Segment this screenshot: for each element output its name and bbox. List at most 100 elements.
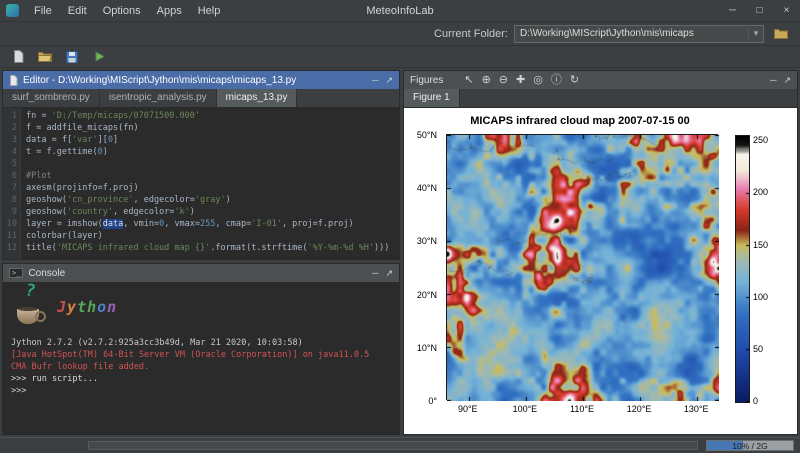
identify-tool-icon[interactable]: ⓘ <box>551 71 562 89</box>
editor-panel-icons: ─↗ <box>372 75 393 86</box>
right-column: Figures ↖⊕⊖✚◎ⓘ↻ ─↗ Figure 1 MICAPS infra… <box>403 70 798 435</box>
menu-file[interactable]: File <box>27 3 59 19</box>
line-number: 11 <box>3 230 17 242</box>
coffee-cup-icon <box>17 309 39 324</box>
browse-folder-button[interactable] <box>770 25 792 43</box>
select-tool-icon[interactable]: ↖ <box>464 71 473 89</box>
menu-options[interactable]: Options <box>96 3 148 19</box>
console-panel: >_ Console ─↗ ? Jython Jython 2.7.2 (v2.… <box>2 263 400 435</box>
save-icon <box>66 51 78 63</box>
line-number: 2 <box>3 122 17 134</box>
line-number: 9 <box>3 206 17 218</box>
editor-panel-header[interactable]: Editor - D:\Working\MIScript\Jython\mis\… <box>3 71 399 89</box>
panel-float-icon[interactable]: ↗ <box>385 75 393 86</box>
panel-float-icon[interactable]: ↗ <box>385 268 393 279</box>
tab-isentropic_analysis.py[interactable]: isentropic_analysis.py <box>100 89 217 107</box>
zoom-out-tool-icon[interactable]: ⊖ <box>499 71 508 89</box>
colorbar-tick-label: 100 <box>753 292 768 302</box>
console-panel-title: Console <box>28 268 65 279</box>
new-script-button[interactable] <box>9 48 27 66</box>
figure-area: MICAPS infrared cloud map 2007-07-15 00 … <box>404 108 797 434</box>
editor-gutter: 123456789101112 <box>3 108 21 259</box>
figures-panel: Figures ↖⊕⊖✚◎ⓘ↻ ─↗ Figure 1 MICAPS infra… <box>403 70 798 435</box>
panel-minimize-icon[interactable]: ─ <box>770 75 776 86</box>
x-tick-label: 90°E <box>458 404 478 414</box>
jython-swirl-icon: ? <box>24 284 37 298</box>
meteoinfolab-window: FileEditOptionsAppsHelp MeteoInfoLab ─□×… <box>0 0 800 453</box>
panel-minimize-icon[interactable]: ─ <box>372 75 378 86</box>
tab-figure-1[interactable]: Figure 1 <box>404 89 460 107</box>
editor-panel-title: Editor - D:\Working\MIScript\Jython\mis\… <box>23 75 296 86</box>
y-tick-label: 40°N <box>417 183 437 193</box>
code-line: #Plot <box>26 170 399 182</box>
maximize-button[interactable]: □ <box>746 2 773 19</box>
current-folder-path: D:\Working\MIScript\Jython\mis\micaps <box>515 28 748 39</box>
x-tick-label: 130°E <box>684 404 709 414</box>
run-script-button[interactable] <box>90 48 108 66</box>
line-number: 10 <box>3 218 17 230</box>
colorbar-tick-label: 250 <box>753 135 768 145</box>
panel-minimize-icon[interactable]: ─ <box>372 268 378 279</box>
script-file-icon <box>9 75 18 86</box>
memory-indicator[interactable]: 10% / 2G <box>706 440 794 451</box>
console-line: [Java HotSpot(TM) 64-Bit Server VM (Orac… <box>11 349 391 361</box>
rotate-tool-icon[interactable]: ↻ <box>570 71 579 89</box>
y-axis-labels: 0°10°N20°N30°N40°N50°N <box>404 135 442 401</box>
zoom-in-tool-icon[interactable]: ⊕ <box>482 71 491 89</box>
new-file-icon <box>13 50 24 63</box>
full-extent-tool-icon[interactable]: ◎ <box>533 71 543 89</box>
memory-label: 10% / 2G <box>707 441 793 450</box>
folder-bar: Current Folder: D:\Working\MIScript\Jyth… <box>0 22 800 46</box>
x-tick-label: 100°E <box>513 404 538 414</box>
colorbar-labels: 050100150200250 <box>753 135 793 401</box>
console-panel-header[interactable]: >_ Console ─↗ <box>3 264 399 282</box>
console-lines: Jython 2.7.2 (v2.7.2:925a3cc3b49d, Mar 2… <box>11 337 391 397</box>
x-tick-label: 120°E <box>627 404 652 414</box>
tab-surf_sombrero.py[interactable]: surf_sombrero.py <box>3 89 100 107</box>
open-folder-icon <box>38 51 52 62</box>
current-folder-label: Current Folder: <box>434 28 508 40</box>
progress-bar <box>88 441 698 450</box>
terminal-icon: >_ <box>9 268 23 278</box>
colorbar-tick-label: 0 <box>753 396 758 406</box>
line-number: 5 <box>3 158 17 170</box>
figures-tools: ↖ ⊕ ⊖ ✚ ◎ ⓘ ↻ <box>464 71 579 89</box>
figures-panel-header[interactable]: Figures ↖⊕⊖✚◎ⓘ↻ ─↗ <box>404 71 797 89</box>
map-canvas[interactable] <box>447 135 719 401</box>
code-line: data = f['var'][0] <box>26 134 399 146</box>
console-line: CMA Bufr lookup file added. <box>11 361 391 373</box>
y-tick-label: 30°N <box>417 236 437 246</box>
chevron-down-icon[interactable]: ▾ <box>748 28 763 39</box>
colorbar-tick-label: 150 <box>753 240 768 250</box>
jython-logo: ? Jython <box>13 287 391 333</box>
code-editor[interactable]: 123456789101112 fn = 'D:/Temp/micaps/070… <box>3 108 399 259</box>
current-folder-combobox[interactable]: D:\Working\MIScript\Jython\mis\micaps ▾ <box>514 25 764 43</box>
code-line: fn = 'D:/Temp/micaps/07071500.000' <box>26 110 399 122</box>
x-tick-label: 110°E <box>570 404 594 414</box>
tab-micaps_13.py[interactable]: micaps_13.py <box>217 89 298 107</box>
menu-help[interactable]: Help <box>191 3 228 19</box>
menu-apps[interactable]: Apps <box>150 3 189 19</box>
save-button[interactable] <box>63 48 81 66</box>
panel-float-icon[interactable]: ↗ <box>783 75 791 86</box>
y-tick-label: 10°N <box>417 343 437 353</box>
minimize-button[interactable]: ─ <box>719 2 746 19</box>
main-toolbar <box>0 46 800 68</box>
jython-logo-text: Jython <box>57 301 117 313</box>
line-number: 4 <box>3 146 17 158</box>
colorbar-tick-label: 50 <box>753 344 763 354</box>
folder-icon <box>774 28 788 39</box>
map-plot[interactable] <box>446 134 718 400</box>
menu-edit[interactable]: Edit <box>61 3 94 19</box>
pan-tool-icon[interactable]: ✚ <box>516 71 525 89</box>
status-bar: 10% / 2G <box>0 437 800 453</box>
console-output[interactable]: ? Jython Jython 2.7.2 (v2.7.2:925a3cc3b4… <box>3 282 399 434</box>
console-line: >>> run script... <box>11 373 391 385</box>
y-tick-label: 50°N <box>417 130 437 140</box>
line-number: 12 <box>3 242 17 254</box>
console-panel-icons: ─↗ <box>372 268 393 279</box>
close-button[interactable]: × <box>773 2 800 19</box>
line-number: 1 <box>3 110 17 122</box>
open-file-button[interactable] <box>36 48 54 66</box>
line-number: 6 <box>3 170 17 182</box>
